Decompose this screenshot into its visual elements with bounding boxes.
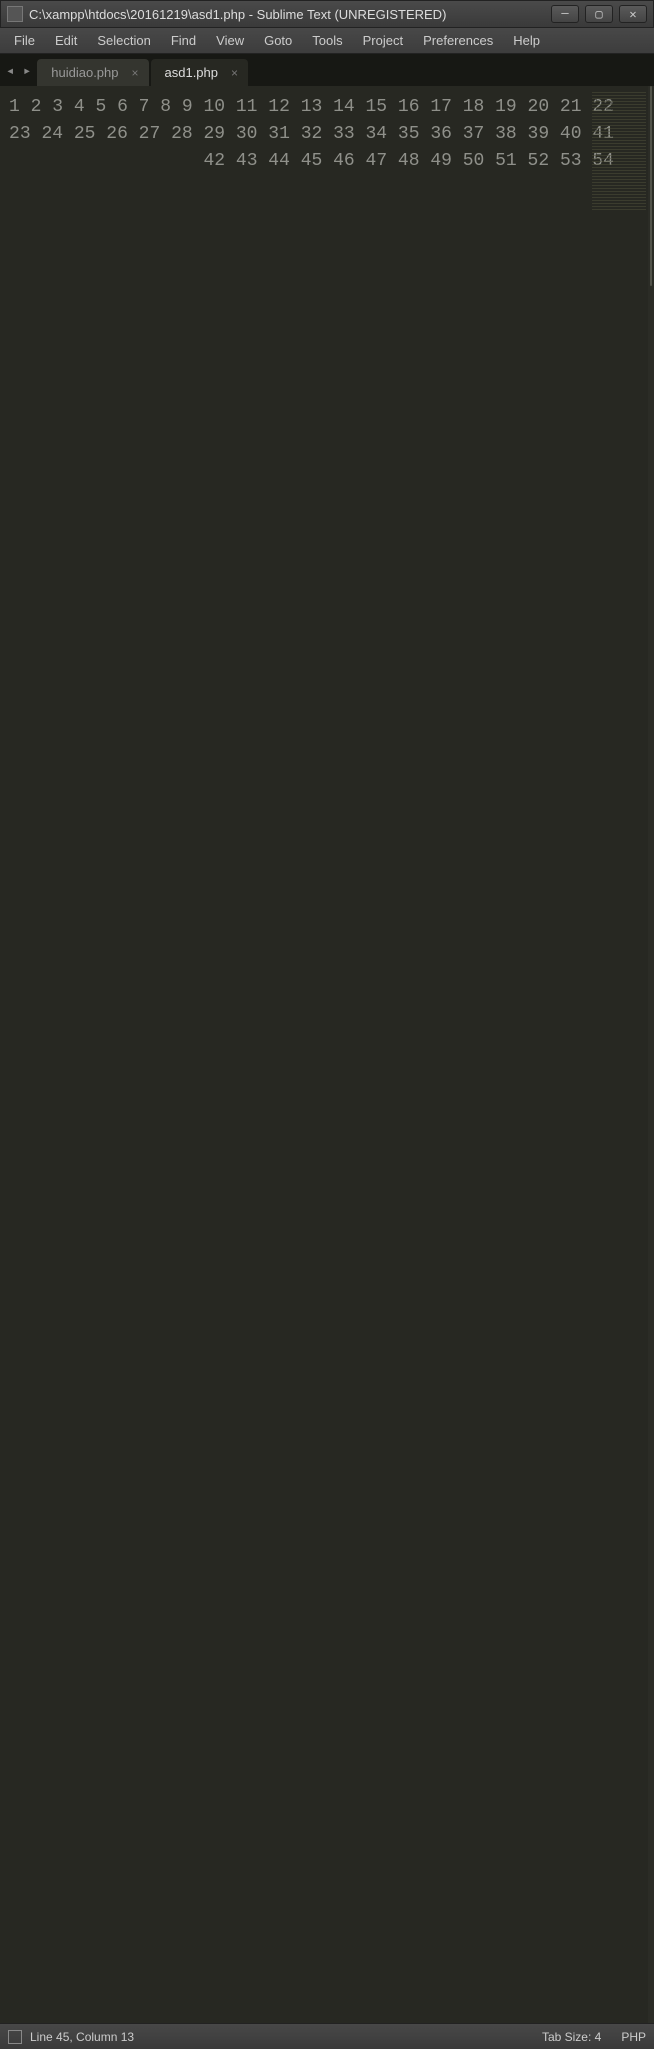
window-title: C:\xampp\htdocs\20161219\asd1.php - Subl… — [29, 7, 551, 22]
status-cursor-position[interactable]: Line 45, Column 13 — [30, 2030, 134, 2044]
menu-goto[interactable]: Goto — [254, 33, 302, 48]
tab-nav-arrows[interactable]: ◂ ▸ — [4, 63, 37, 86]
line-number-gutter: 1 2 3 4 5 6 7 8 9 10 11 12 13 14 15 16 1… — [0, 86, 626, 2023]
menu-find[interactable]: Find — [161, 33, 206, 48]
minimap[interactable] — [626, 86, 648, 2023]
menu-preferences[interactable]: Preferences — [413, 33, 503, 48]
menu-view[interactable]: View — [206, 33, 254, 48]
tab-asd1-php[interactable]: asd1.php× — [151, 59, 249, 86]
status-tab-size[interactable]: Tab Size: 4 — [542, 2030, 601, 2044]
menu-tools[interactable]: Tools — [302, 33, 352, 48]
tab-close-icon[interactable]: × — [131, 66, 138, 80]
status-icon[interactable] — [8, 2030, 22, 2044]
minimize-button[interactable]: ─ — [551, 5, 579, 23]
vertical-scrollbar[interactable] — [648, 86, 654, 2023]
menu-file[interactable]: File — [4, 33, 45, 48]
close-button[interactable]: ✕ — [619, 5, 647, 23]
tab-bar: ◂ ▸ huidiao.php×asd1.php× — [0, 54, 654, 86]
tab-huidiao-php[interactable]: huidiao.php× — [37, 59, 148, 86]
menu-selection[interactable]: Selection — [87, 33, 160, 48]
scrollbar-thumb[interactable] — [650, 86, 652, 286]
status-syntax[interactable]: PHP — [621, 2030, 646, 2044]
window-titlebar: C:\xampp\htdocs\20161219\asd1.php - Subl… — [0, 0, 654, 28]
minimap-content — [592, 92, 646, 212]
status-bar: Line 45, Column 13 Tab Size: 4 PHP — [0, 2023, 654, 2049]
menu-help[interactable]: Help — [503, 33, 550, 48]
tab-close-icon[interactable]: × — [231, 66, 238, 80]
menu-bar: FileEditSelectionFindViewGotoToolsProjec… — [0, 28, 654, 54]
app-icon — [7, 6, 23, 22]
menu-edit[interactable]: Edit — [45, 33, 87, 48]
maximize-button[interactable]: ▢ — [585, 5, 613, 23]
menu-project[interactable]: Project — [353, 33, 413, 48]
editor-area: 1 2 3 4 5 6 7 8 9 10 11 12 13 14 15 16 1… — [0, 86, 654, 2023]
